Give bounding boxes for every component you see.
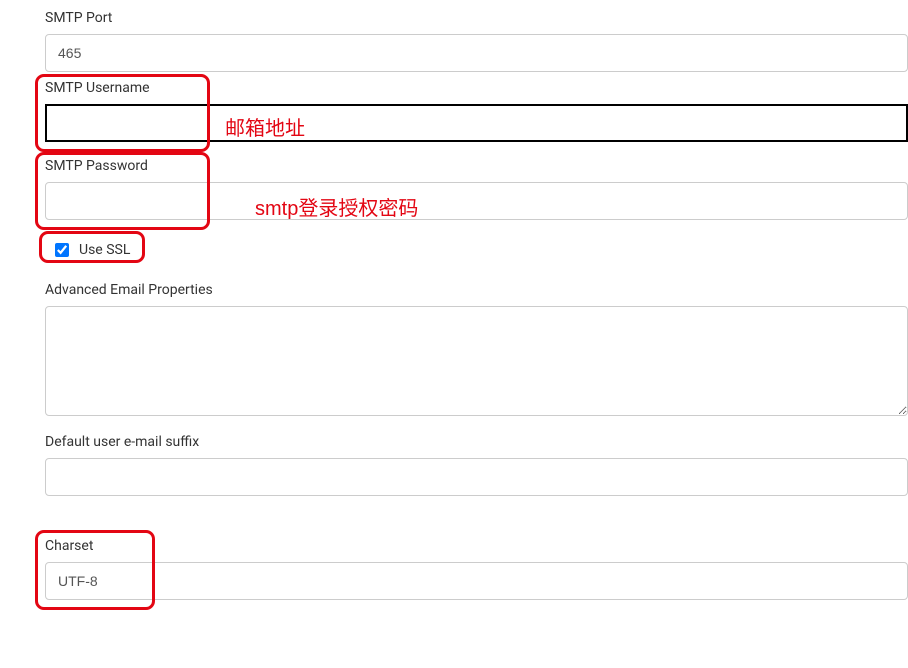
use-ssl-label: Use SSL	[79, 242, 130, 258]
email-suffix-row: Default user e-mail suffix	[45, 434, 908, 496]
charset-label: Charset	[45, 538, 908, 554]
use-ssl-row: Use SSL	[45, 236, 908, 264]
advanced-email-row: Advanced Email Properties	[45, 282, 908, 420]
smtp-port-input[interactable]	[45, 34, 908, 72]
email-suffix-label: Default user e-mail suffix	[45, 434, 908, 450]
smtp-username-label: SMTP Username	[45, 80, 908, 96]
smtp-password-input[interactable]	[45, 182, 908, 220]
use-ssl-group: Use SSL	[45, 236, 908, 264]
use-ssl-checkbox[interactable]	[55, 243, 69, 257]
smtp-username-input[interactable]	[45, 104, 908, 142]
smtp-port-label: SMTP Port	[45, 10, 908, 26]
smtp-username-group: SMTP Username 邮箱地址	[45, 80, 908, 142]
smtp-password-group: SMTP Password smtp登录授权密码	[45, 158, 908, 220]
smtp-port-row: SMTP Port	[45, 10, 908, 72]
email-suffix-input[interactable]	[45, 458, 908, 496]
charset-input[interactable]	[45, 562, 908, 600]
advanced-email-label: Advanced Email Properties	[45, 282, 908, 298]
smtp-password-label: SMTP Password	[45, 158, 908, 174]
advanced-email-textarea[interactable]	[45, 306, 908, 416]
charset-group: Charset	[45, 538, 908, 600]
